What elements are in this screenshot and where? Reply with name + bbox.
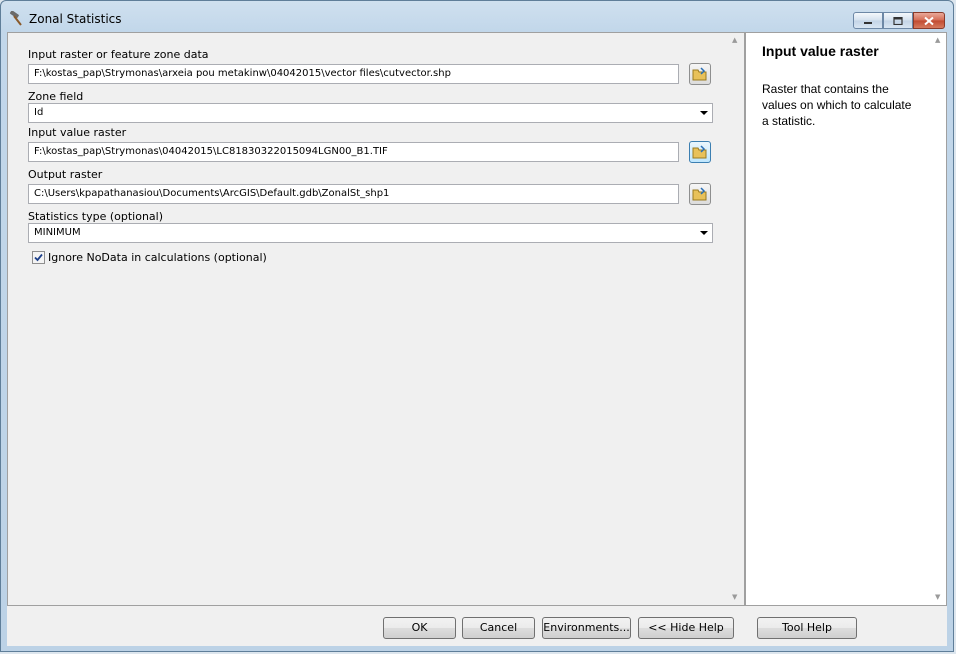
scroll-up-icon[interactable]: ▲ (732, 36, 737, 44)
open-folder-icon (692, 187, 707, 201)
minimize-icon (864, 21, 872, 24)
ok-button[interactable]: OK (383, 617, 456, 639)
zone-data-label: Input raster or feature zone data (28, 48, 209, 61)
maximize-button[interactable] (883, 12, 913, 29)
help-scrollbar[interactable]: ▲ ▼ (932, 33, 946, 605)
help-body: Raster that contains the values on which… (762, 82, 912, 128)
zone-data-input[interactable]: F:\kostas_pap\Strymonas\arxeia pou metak… (28, 64, 679, 84)
scroll-down-icon[interactable]: ▼ (732, 593, 737, 601)
value-raster-browse-button[interactable] (689, 141, 711, 163)
dropdown-arrow-icon (700, 231, 708, 235)
title-bar[interactable]: Zonal Statistics (1, 1, 953, 33)
scroll-down-icon[interactable]: ▼ (935, 593, 940, 601)
output-raster-browse-button[interactable] (689, 183, 711, 205)
minimize-button[interactable] (853, 12, 883, 29)
output-raster-input[interactable]: C:\Users\kpapathanasiou\Documents\ArcGIS… (28, 184, 679, 204)
scroll-up-icon[interactable]: ▲ (935, 36, 940, 44)
environments-button[interactable]: Environments... (542, 617, 631, 639)
statistics-type-select[interactable]: MINIMUM (28, 223, 713, 243)
dialog-client-area: Input raster or feature zone data F:\kos… (7, 32, 947, 606)
zonal-statistics-window: Zonal Statistics Input raster or feature… (0, 0, 954, 652)
checkmark-icon (34, 253, 43, 262)
hammer-icon (8, 10, 24, 27)
zone-data-browse-button[interactable] (689, 63, 711, 85)
open-folder-icon (692, 145, 707, 159)
hide-help-button[interactable]: << Hide Help (638, 617, 734, 639)
ignore-nodata-label: Ignore NoData in calculations (optional) (48, 251, 267, 264)
statistics-type-label: Statistics type (optional) (28, 210, 164, 223)
open-folder-icon (692, 67, 707, 81)
help-title: Input value raster (762, 43, 879, 59)
close-icon (924, 16, 934, 25)
output-raster-label: Output raster (28, 168, 103, 181)
maximize-icon (893, 16, 903, 25)
button-bar: OK Cancel Environments... << Hide Help T… (7, 606, 947, 646)
close-button[interactable] (913, 12, 945, 29)
ignore-nodata-option[interactable]: Ignore NoData in calculations (optional) (32, 251, 267, 264)
parameters-scrollbar[interactable]: ▲ ▼ (729, 33, 743, 605)
statistics-type-value: MINIMUM (34, 227, 81, 238)
cancel-button[interactable]: Cancel (462, 617, 535, 639)
zone-field-label: Zone field (28, 90, 84, 103)
ignore-nodata-checkbox[interactable] (32, 251, 45, 264)
value-raster-input[interactable]: F:\kostas_pap\Strymonas\04042015\LC81830… (28, 142, 679, 162)
parameters-panel: Input raster or feature zone data F:\kos… (8, 33, 744, 605)
tool-help-button[interactable]: Tool Help (757, 617, 857, 639)
value-raster-label: Input value raster (28, 126, 127, 139)
dropdown-arrow-icon (700, 111, 708, 115)
zone-field-select[interactable]: Id (28, 103, 713, 123)
help-panel: Input value raster Raster that contains … (744, 33, 946, 605)
zone-field-value: Id (34, 107, 44, 118)
window-title: Zonal Statistics (29, 12, 122, 26)
